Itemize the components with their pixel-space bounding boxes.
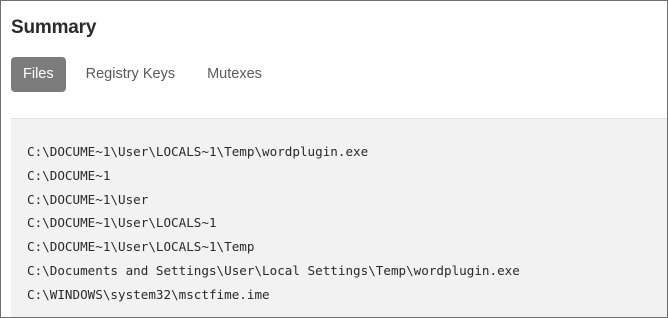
summary-window: Summary Files Registry Keys Mutexes C:\D…: [0, 0, 668, 318]
file-list: C:\DOCUME~1\User\LOCALS~1\Temp\wordplugi…: [27, 140, 520, 307]
file-path-item: C:\DOCUME~1\User: [27, 191, 149, 207]
tab-registry-keys[interactable]: Registry Keys: [74, 57, 187, 92]
file-path-item: C:\DOCUME~1\User\LOCALS~1\Temp: [27, 239, 255, 255]
file-path-item: C:\WINDOWS\system32\msctfime.ime: [27, 286, 270, 302]
tab-bar: Files Registry Keys Mutexes: [11, 57, 282, 92]
files-panel: C:\DOCUME~1\User\LOCALS~1\Temp\wordplugi…: [11, 118, 667, 317]
file-path-item: C:\DOCUME~1\User\LOCALS~1: [27, 215, 217, 231]
file-path-item: C:\Documents and Settings\User\Local Set…: [27, 262, 520, 278]
file-path-item: C:\DOCUME~1\User\LOCALS~1\Temp\wordplugi…: [27, 144, 369, 159]
tab-files[interactable]: Files: [11, 57, 66, 92]
file-path-item: C:\DOCUME~1: [27, 167, 111, 183]
tab-mutexes[interactable]: Mutexes: [195, 57, 274, 92]
page-title: Summary: [11, 17, 97, 38]
